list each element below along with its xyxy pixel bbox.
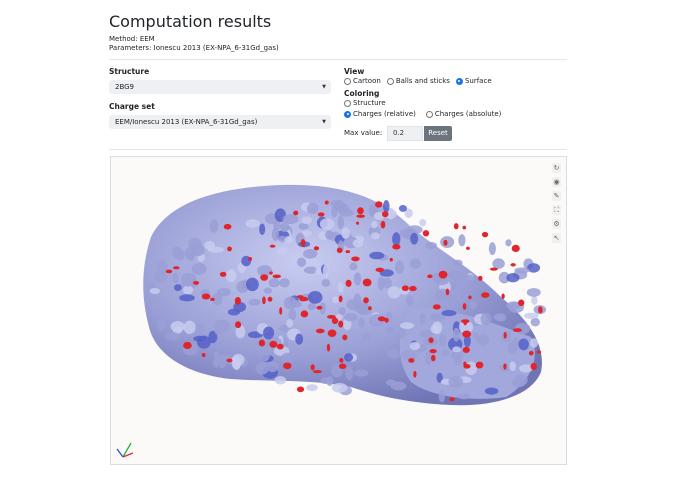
max-value-input[interactable]: 0.2 <box>387 126 423 141</box>
radio-selected-icon[interactable] <box>344 110 351 118</box>
view-option-cartoon[interactable]: Cartoon <box>344 77 381 85</box>
view-options: Cartoon Balls and sticks Surface <box>344 77 498 85</box>
charge-set-select[interactable]: EEM/Ionescu 2013 (EX-NPA_6-31Gd_gas) ▼ <box>109 115 331 129</box>
protein-surface-render[interactable] <box>111 157 567 465</box>
camera-icon[interactable]: ◉ <box>552 177 561 187</box>
method-text: Method: EEM <box>109 35 155 43</box>
chevron-down-icon: ▼ <box>322 119 326 125</box>
coloring-options-charges: Charges (relative) Charges (absolute) <box>344 110 507 118</box>
radio-icon[interactable] <box>425 110 433 118</box>
viewer-toolbar: ↻ ◉ ✎ ⛶ ⚙ ↖ <box>552 163 561 243</box>
axis-indicator-icon <box>116 442 134 458</box>
page-title: Computation results <box>109 12 272 31</box>
expand-icon[interactable]: ⛶ <box>552 205 561 215</box>
view-option-surface[interactable]: Surface <box>455 77 492 85</box>
radio-icon[interactable] <box>386 77 394 85</box>
structure-select[interactable]: 2BG9 ▼ <box>109 80 331 94</box>
coloring-option-charges-relative[interactable]: Charges (relative) <box>344 110 416 118</box>
radio-icon[interactable] <box>344 99 351 107</box>
parameters-text: Parameters: Ionescu 2013 (EX-NPA_6-31Gd_… <box>109 44 279 52</box>
molecule-viewer[interactable]: ↻ ◉ ✎ ⛶ ⚙ ↖ <box>110 156 567 465</box>
view-option-balls-and-sticks[interactable]: Balls and sticks <box>386 77 450 85</box>
divider <box>109 59 567 60</box>
cursor-icon[interactable]: ↖ <box>552 233 561 243</box>
max-value-label: Max value: <box>344 129 383 137</box>
structure-select-value: 2BG9 <box>115 83 135 91</box>
settings-icon[interactable]: ⚙ <box>552 219 561 229</box>
wrench-icon[interactable]: ✎ <box>552 191 561 201</box>
reset-button[interactable]: Reset <box>424 126 452 141</box>
coloring-label: Coloring <box>344 89 380 98</box>
radio-selected-icon[interactable] <box>455 77 463 85</box>
coloring-option-charges-absolute[interactable]: Charges (absolute) <box>425 110 501 118</box>
charge-set-label: Charge set <box>109 102 155 111</box>
chevron-down-icon: ▼ <box>322 84 326 90</box>
view-label: View <box>344 67 365 76</box>
structure-label: Structure <box>109 67 150 76</box>
charge-set-select-value: EEM/Ionescu 2013 (EX-NPA_6-31Gd_gas) <box>115 118 258 126</box>
divider <box>109 149 567 150</box>
refresh-icon[interactable]: ↻ <box>552 163 561 173</box>
radio-icon[interactable] <box>344 77 351 85</box>
coloring-option-structure[interactable]: Structure <box>344 99 386 107</box>
